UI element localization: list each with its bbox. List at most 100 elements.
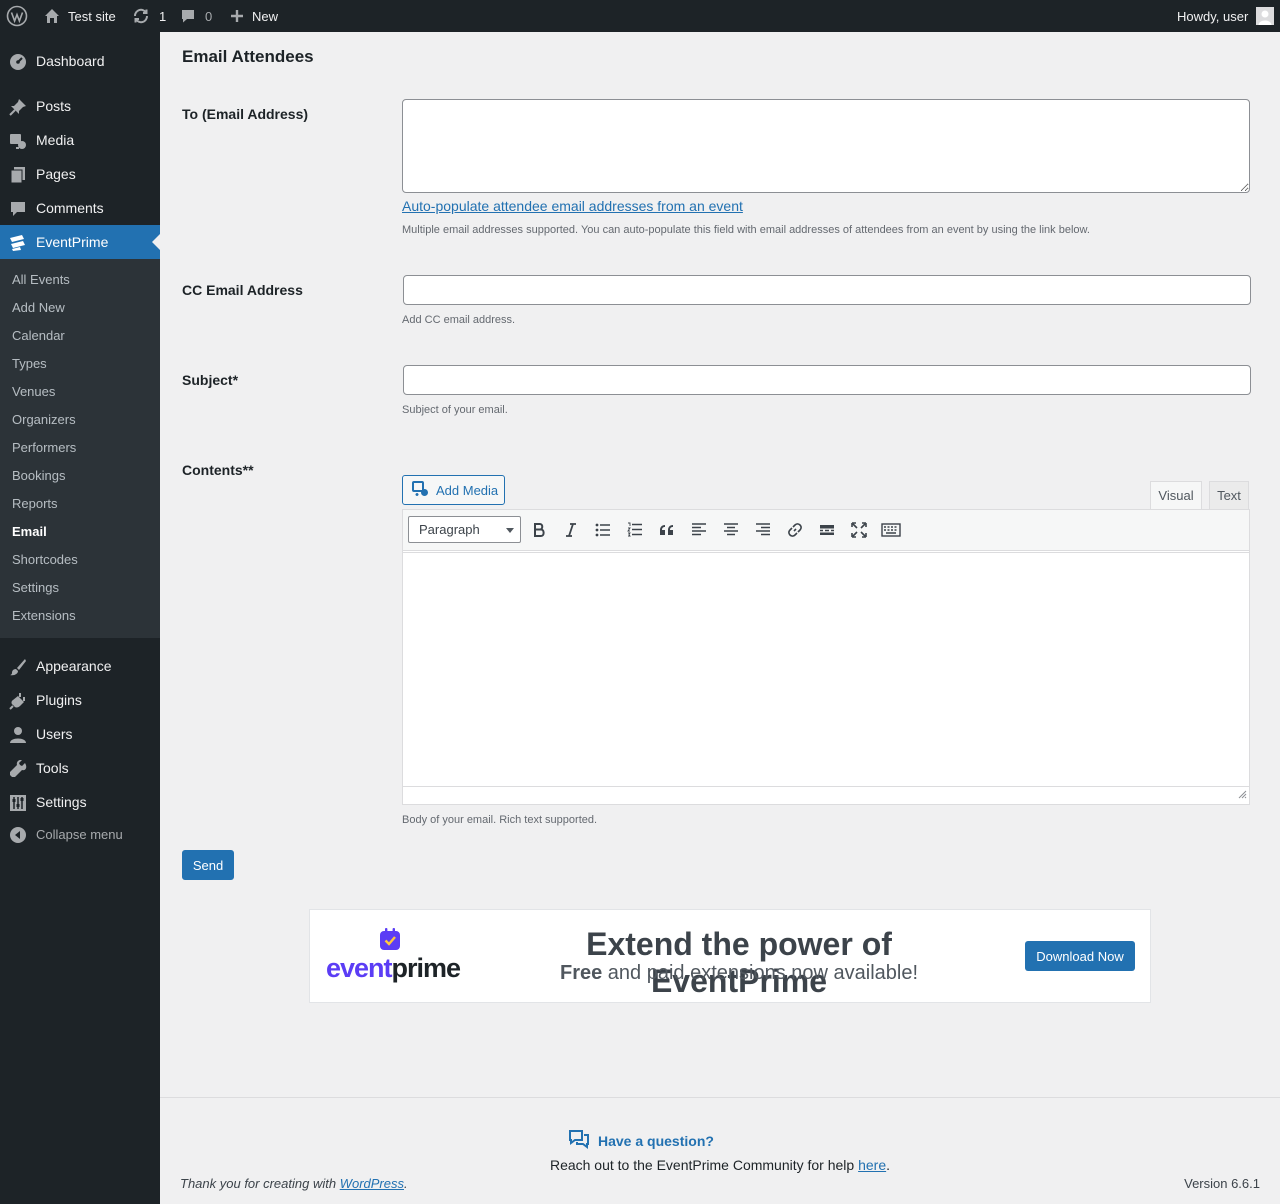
updates-link[interactable]: 1 [132, 0, 166, 32]
menu-label-dashboard: Dashboard [36, 53, 105, 69]
to-email-textarea[interactable] [402, 99, 1250, 193]
menu-item-tools[interactable]: Tools [0, 751, 160, 785]
page-title: Email Attendees [182, 47, 314, 66]
menu-item-eventprime[interactable]: EventPrime [0, 225, 160, 259]
extensions-banner: eventprime Extend the power of EventPrim… [309, 909, 1151, 1003]
submenu-item-shortcodes[interactable]: Shortcodes [12, 552, 78, 567]
contents-field-description: Body of your email. Rich text supported. [402, 814, 598, 826]
footer-divider [160, 1097, 1280, 1098]
numbered-list-button[interactable] [623, 519, 647, 543]
format-select-value: Paragraph [419, 522, 480, 537]
blockquote-icon [659, 524, 675, 539]
insert-link-button[interactable] [783, 519, 807, 543]
italic-button[interactable] [559, 519, 583, 543]
editor-content-area[interactable] [403, 552, 1249, 786]
site-name-link[interactable]: Test site [44, 0, 116, 32]
banner-sub-bold: Free [559, 962, 603, 984]
my-account-link[interactable]: Howdy, user [1177, 0, 1275, 32]
tab-visual[interactable]: Visual [1150, 481, 1202, 510]
link-icon [787, 522, 803, 541]
submenu-item-settings[interactable]: Settings [12, 580, 59, 595]
autopopulate-link[interactable]: Auto-populate attendee email addresses f… [402, 198, 743, 214]
align-center-button[interactable] [719, 519, 743, 543]
submenu-item-bookings[interactable]: Bookings [12, 468, 65, 483]
submenu-item-reports[interactable]: Reports [12, 496, 58, 511]
wordpress-logo-icon[interactable] [6, 0, 28, 32]
menu-item-plugins[interactable]: Plugins [0, 683, 160, 717]
submenu-item-extensions[interactable]: Extensions [12, 608, 76, 623]
toolbar-toggle-button[interactable] [879, 519, 903, 543]
align-right-button[interactable] [751, 519, 775, 543]
cc-email-input[interactable] [403, 275, 1251, 305]
howdy-label: Howdy, user [1177, 8, 1249, 24]
community-here-link[interactable]: here [858, 1157, 886, 1173]
user-icon [8, 725, 28, 745]
submenu-item-performers[interactable]: Performers [12, 440, 76, 455]
submenu-item-organizers[interactable]: Organizers [12, 412, 76, 427]
submenu-item-add-new[interactable]: Add New [12, 300, 65, 315]
wordpress-link[interactable]: WordPress [340, 1176, 404, 1191]
download-now-button[interactable]: Download Now [1025, 941, 1135, 971]
blockquote-button[interactable] [655, 519, 679, 543]
menu-item-dashboard[interactable]: Dashboard [0, 44, 160, 78]
reach-suffix: . [886, 1157, 891, 1173]
bullet-list-button[interactable] [591, 519, 615, 543]
menu-item-media[interactable]: Media [0, 123, 160, 157]
align-right-icon [755, 522, 771, 540]
resize-handle-icon[interactable] [1238, 787, 1247, 802]
add-media-label: Add Media [436, 482, 499, 498]
align-left-button[interactable] [687, 519, 711, 543]
menu-item-appearance[interactable]: Appearance [0, 649, 160, 683]
reach-prefix: Reach out to the EventPrime Community fo… [549, 1157, 859, 1173]
bold-button[interactable] [527, 519, 551, 543]
menu-item-settings[interactable]: Settings [0, 785, 160, 819]
plugin-icon [8, 691, 28, 711]
logo-part-event: event [326, 953, 393, 983]
submenu-item-calendar[interactable]: Calendar [12, 328, 65, 343]
submenu-item-venues[interactable]: Venues [12, 384, 55, 399]
menu-item-posts[interactable]: Posts [0, 89, 160, 123]
comments-link[interactable]: 0 [180, 0, 212, 32]
thanks-suffix: . [404, 1176, 408, 1191]
tab-text[interactable]: Text [1209, 481, 1249, 510]
plus-icon [230, 9, 244, 23]
footer-thanks: Thank you for creating with WordPress. [180, 1176, 408, 1191]
format-select[interactable]: Paragraph [408, 516, 521, 543]
editor-statusbar [403, 786, 1249, 804]
footer-version: Version 6.6.1 [1184, 1176, 1260, 1191]
menu-label-media: Media [36, 132, 75, 148]
bold-icon [532, 522, 546, 541]
cc-field-description: Add CC email address. [402, 314, 516, 326]
have-a-question-link[interactable]: Have a question? [568, 1129, 714, 1152]
new-content-link[interactable]: New [230, 0, 278, 32]
read-more-button[interactable] [815, 519, 839, 543]
collapse-icon [8, 825, 28, 845]
send-button[interactable]: Send [182, 850, 234, 880]
submenu-item-types[interactable]: Types [12, 356, 47, 371]
collapse-menu-button[interactable]: Collapse menu [0, 817, 160, 851]
have-a-question-label: Have a question? [598, 1132, 714, 1149]
menu-item-comments[interactable]: Comments [0, 191, 160, 225]
pushpin-icon [8, 97, 28, 117]
media-icon [8, 131, 28, 151]
add-media-icon [412, 480, 430, 500]
thanks-prefix: Thank you for creating with [180, 1176, 340, 1191]
admin-bar: Test site 1 0 New Howdy, user [0, 0, 1280, 32]
menu-label-plugins: Plugins [36, 692, 82, 708]
comment-icon [180, 8, 196, 24]
menu-item-users[interactable]: Users [0, 717, 160, 751]
collapse-menu-label: Collapse menu [36, 826, 123, 842]
community-help-text: Reach out to the EventPrime Community fo… [160, 1157, 1280, 1173]
submenu-item-all-events[interactable]: All Events [12, 272, 70, 287]
updates-icon [132, 7, 150, 25]
add-media-button[interactable]: Add Media [402, 475, 505, 505]
subject-input[interactable] [403, 365, 1251, 395]
chevron-down-icon [506, 528, 514, 533]
submenu-item-email[interactable]: Email [12, 524, 47, 539]
cc-field-label: CC Email Address [182, 282, 303, 298]
fullscreen-button[interactable] [847, 519, 871, 543]
forum-icon [568, 1129, 590, 1152]
updates-count: 1 [159, 8, 167, 24]
avatar [1256, 7, 1275, 25]
menu-item-pages[interactable]: Pages [0, 157, 160, 191]
